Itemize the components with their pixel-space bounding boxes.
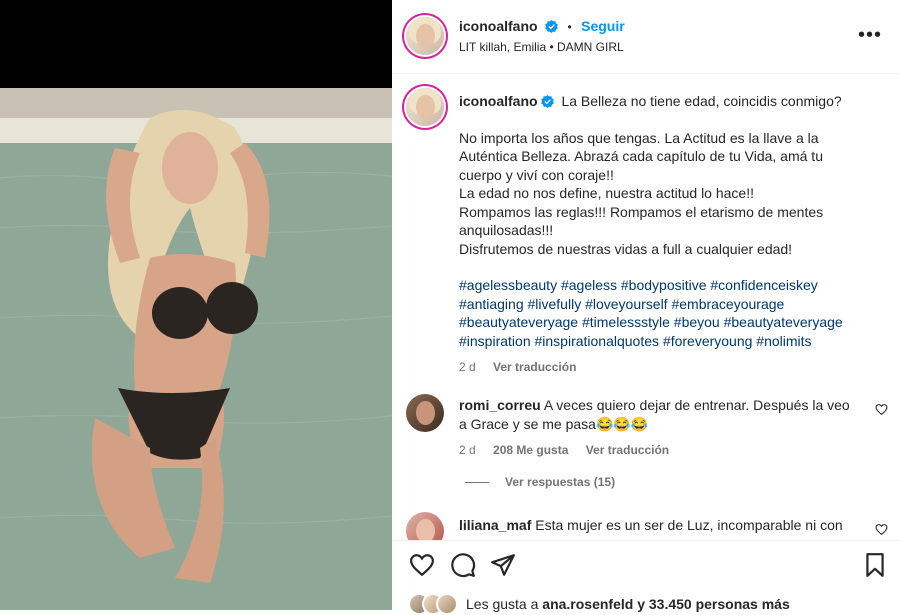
caption: iconoalfano La Belleza no tiene edad, co…: [459, 92, 879, 374]
heart-small-icon[interactable]: [875, 403, 888, 416]
hashtag-line[interactable]: #inspiration #inspirationalquotes #forev…: [459, 332, 879, 351]
hashtag-line[interactable]: #antiaging #livefully #loveyourself #emb…: [459, 295, 879, 314]
hashtag-line[interactable]: #agelessbeauty #ageless #bodypositive #c…: [459, 276, 879, 295]
share-icon[interactable]: [490, 552, 516, 578]
caption-line: No importa los años que tengas. La Actit…: [459, 129, 819, 146]
caption-line: Disfrutemos de nuestras vidas a full a c…: [459, 240, 793, 257]
follow-button[interactable]: Seguir: [581, 18, 625, 34]
caption-line: anquilosadas!!!: [459, 222, 554, 238]
header-title-row: iconoalfano • Seguir: [459, 18, 625, 36]
post-panel: iconoalfano • Seguir LIT killah, Emilia …: [392, 0, 900, 615]
comment-text-line: Esta mujer es un ser de Luz, incomparabl…: [535, 517, 843, 533]
caption-username[interactable]: iconoalfano: [459, 93, 538, 109]
comment-likes[interactable]: 208 Me gusta: [493, 443, 568, 457]
caption-translate-link[interactable]: Ver traducción: [493, 360, 576, 374]
caption-meta: 2 d Ver traducción: [459, 360, 879, 374]
caption-line: cuerpo y viví con coraje!!: [459, 166, 614, 183]
comment-text-line: a Grace y se me pasa😂😂😂: [459, 415, 649, 432]
hashtag-line[interactable]: #beautyateveryage #timelessstyle #beyou …: [459, 313, 879, 332]
view-replies-label[interactable]: Ver respuestas (15): [505, 475, 615, 489]
caption-line: La edad no nos define, nuestra actitud l…: [459, 185, 754, 201]
comment-translate-link[interactable]: Ver traducción: [586, 443, 669, 457]
comment-icon[interactable]: [450, 552, 476, 578]
commenter-username[interactable]: romi_correu: [459, 397, 541, 413]
music-info[interactable]: LIT killah, Emilia • DAMN GIRL: [459, 40, 624, 54]
commenter-avatar[interactable]: [406, 512, 444, 540]
comment-age[interactable]: 2 d: [459, 443, 476, 457]
commenter-avatar[interactable]: [406, 394, 444, 432]
comment: liliana_maf Esta mujer es un ser de Luz,…: [459, 516, 859, 535]
post-media[interactable]: [0, 0, 392, 610]
action-bar: Les gusta a ana.rosenfeld y 33.450 perso…: [392, 540, 900, 615]
liker-avatar[interactable]: [436, 593, 458, 615]
caption-line: Auténtica Belleza. Abrazá cada capítulo …: [459, 148, 823, 164]
photo-illustration: [0, 88, 392, 610]
replies-line: [465, 482, 489, 484]
comment-meta: 2 d 208 Me gusta Ver traducción: [459, 443, 859, 457]
heart-small-icon[interactable]: [875, 523, 888, 536]
bookmark-icon[interactable]: [862, 552, 888, 578]
verified-icon: [545, 20, 558, 33]
view-replies[interactable]: Ver respuestas (15): [465, 475, 615, 489]
heart-icon[interactable]: [409, 552, 435, 578]
comment: romi_correu A veces quiero dejar de entr…: [459, 396, 859, 457]
author-avatar[interactable]: [406, 17, 444, 55]
caption-age[interactable]: 2 d: [459, 360, 476, 374]
caption-avatar[interactable]: [406, 88, 444, 126]
comment-text-line: A veces quiero dejar de entrenar. Despué…: [543, 397, 850, 413]
verified-icon: [540, 95, 554, 108]
caption-line: La Belleza no tiene edad, coincidis conm…: [561, 93, 842, 109]
comments-section: iconoalfano La Belleza no tiene edad, co…: [392, 74, 900, 540]
post-header: iconoalfano • Seguir LIT killah, Emilia …: [392, 0, 900, 74]
post-photo[interactable]: [0, 88, 392, 610]
separator-dot: •: [567, 20, 572, 34]
author-username[interactable]: iconoalfano: [459, 18, 538, 34]
commenter-username[interactable]: liliana_maf: [459, 517, 531, 533]
more-icon[interactable]: •••: [858, 24, 882, 47]
caption-line: Rompamos las reglas!!! Rompamos el etari…: [459, 203, 824, 220]
